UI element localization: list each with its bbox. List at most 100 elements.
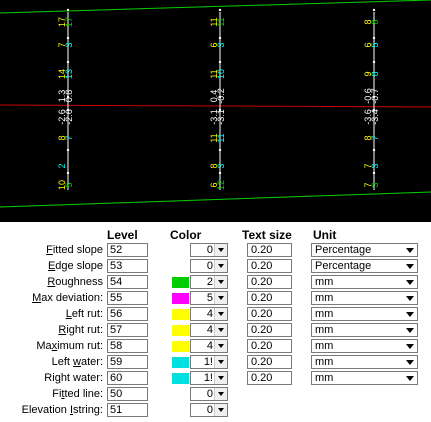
level-input[interactable]: 52 [107, 243, 148, 257]
color-value: 2 [206, 276, 213, 288]
color-select[interactable]: 4 [190, 307, 228, 321]
row-label: Fitted line: [52, 388, 103, 400]
color-swatch [172, 293, 189, 304]
chevron-down-icon[interactable] [406, 248, 414, 253]
station-point [218, 36, 222, 40]
station-label: 0.8 [64, 90, 74, 103]
text-size-input[interactable]: 0.20 [247, 371, 292, 385]
unit-select[interactable]: mm [311, 371, 418, 385]
unit-value: mm [315, 340, 334, 352]
level-header: Level [107, 228, 138, 242]
color-select[interactable]: 2 [190, 275, 228, 289]
row-label: Left water: [51, 356, 103, 368]
color-select[interactable]: 0 [190, 259, 228, 273]
unit-value: mm [315, 292, 334, 304]
chevron-down-icon[interactable] [214, 308, 227, 320]
text-size-input[interactable]: 0.20 [247, 275, 292, 289]
chevron-down-icon[interactable] [214, 388, 227, 400]
color-select[interactable]: 5 [190, 291, 228, 305]
text-size-header: Text size [242, 228, 292, 242]
color-value: 5 [206, 292, 213, 304]
level-input[interactable]: 59 [107, 355, 148, 369]
centre-line [0, 104, 431, 108]
chevron-down-icon[interactable] [406, 360, 414, 365]
chevron-down-icon[interactable] [406, 328, 414, 333]
station-label: 3 [216, 163, 226, 168]
text-size-input[interactable]: 0.20 [247, 291, 292, 305]
settings-row: Roughness 54 2 0.20 mm [0, 275, 431, 291]
chevron-down-icon[interactable] [406, 376, 414, 381]
chevron-down-icon[interactable] [214, 372, 227, 384]
station-label: 12 [216, 180, 226, 190]
level-input[interactable]: 57 [107, 323, 148, 337]
station-point [218, 60, 222, 64]
color-select[interactable]: 4 [190, 339, 228, 353]
color-select[interactable]: 1! [190, 355, 228, 369]
unit-select[interactable]: mm [311, 275, 418, 289]
level-input[interactable]: 55 [107, 291, 148, 305]
chevron-down-icon[interactable] [214, 404, 227, 416]
station-point [218, 148, 222, 152]
annotation-settings-panel: Level Color Text size Unit Fitted slope 5… [0, 222, 431, 422]
text-size-input[interactable]: 0.20 [247, 355, 292, 369]
color-swatch [172, 357, 189, 368]
chevron-down-icon[interactable] [214, 260, 227, 272]
unit-select[interactable]: mm [311, 291, 418, 305]
drawing-canvas[interactable]: 17 17 7 3 14 13 1.3 0.8 -2.6 -2.6 8 7 2 10 5 11 11 6 3 11 10… [0, 0, 431, 222]
station-point [372, 8, 376, 12]
bottom-edge-line [0, 191, 431, 208]
color-select[interactable]: 1! [190, 371, 228, 385]
level-input[interactable]: 58 [107, 339, 148, 353]
level-input[interactable]: 56 [107, 307, 148, 321]
station-point [372, 108, 376, 112]
color-select[interactable]: 0 [190, 387, 228, 401]
unit-select[interactable]: Percentage [311, 243, 418, 257]
text-size-input[interactable]: 0.20 [247, 323, 292, 337]
chevron-down-icon[interactable] [214, 244, 227, 256]
text-size-input[interactable]: 0.20 [247, 307, 292, 321]
station-point [66, 171, 70, 175]
chevron-down-icon[interactable] [406, 296, 414, 301]
color-select[interactable]: 0 [190, 403, 228, 417]
unit-select[interactable]: mm [311, 307, 418, 321]
color-value: 1! [203, 372, 213, 384]
color-select[interactable]: 4 [190, 323, 228, 337]
chevron-down-icon[interactable] [406, 264, 414, 269]
chevron-down-icon[interactable] [214, 292, 227, 304]
chevron-down-icon[interactable] [406, 280, 414, 285]
text-size-input[interactable]: 0.20 [247, 339, 292, 353]
unit-value: mm [315, 308, 334, 320]
chevron-down-icon[interactable] [214, 276, 227, 288]
chevron-down-icon[interactable] [214, 324, 227, 336]
color-swatch [172, 277, 189, 288]
unit-value: mm [315, 324, 334, 336]
station-point [218, 95, 222, 99]
chevron-down-icon[interactable] [406, 344, 414, 349]
station-point [66, 36, 70, 40]
settings-row: Fitted line: 50 0 [0, 387, 431, 403]
text-size-input[interactable]: 0.20 [247, 259, 292, 273]
unit-value: mm [315, 276, 334, 288]
unit-select[interactable]: mm [311, 339, 418, 353]
chevron-down-icon[interactable] [214, 340, 227, 352]
level-input[interactable]: 51 [107, 403, 148, 417]
station-point [218, 171, 222, 175]
chevron-down-icon[interactable] [406, 312, 414, 317]
color-select[interactable]: 0 [190, 243, 228, 257]
top-edge-line [0, 0, 431, 14]
chevron-down-icon[interactable] [214, 356, 227, 368]
unit-select[interactable]: Percentage [311, 259, 418, 273]
settings-row: Right rut: 57 4 0.20 mm [0, 323, 431, 339]
level-input[interactable]: 53 [107, 259, 148, 273]
station-label: 11 [216, 133, 226, 142]
station-label: -0.7 [370, 88, 380, 104]
level-input[interactable]: 60 [107, 371, 148, 385]
unit-select[interactable]: mm [311, 355, 418, 369]
text-size-input[interactable]: 0.20 [247, 243, 292, 257]
level-input[interactable]: 54 [107, 275, 148, 289]
unit-value: Percentage [315, 244, 372, 256]
unit-select[interactable]: mm [311, 323, 418, 337]
station-label: 3 [64, 42, 74, 47]
level-input[interactable]: 50 [107, 387, 148, 401]
station-label: 7 [370, 135, 380, 140]
